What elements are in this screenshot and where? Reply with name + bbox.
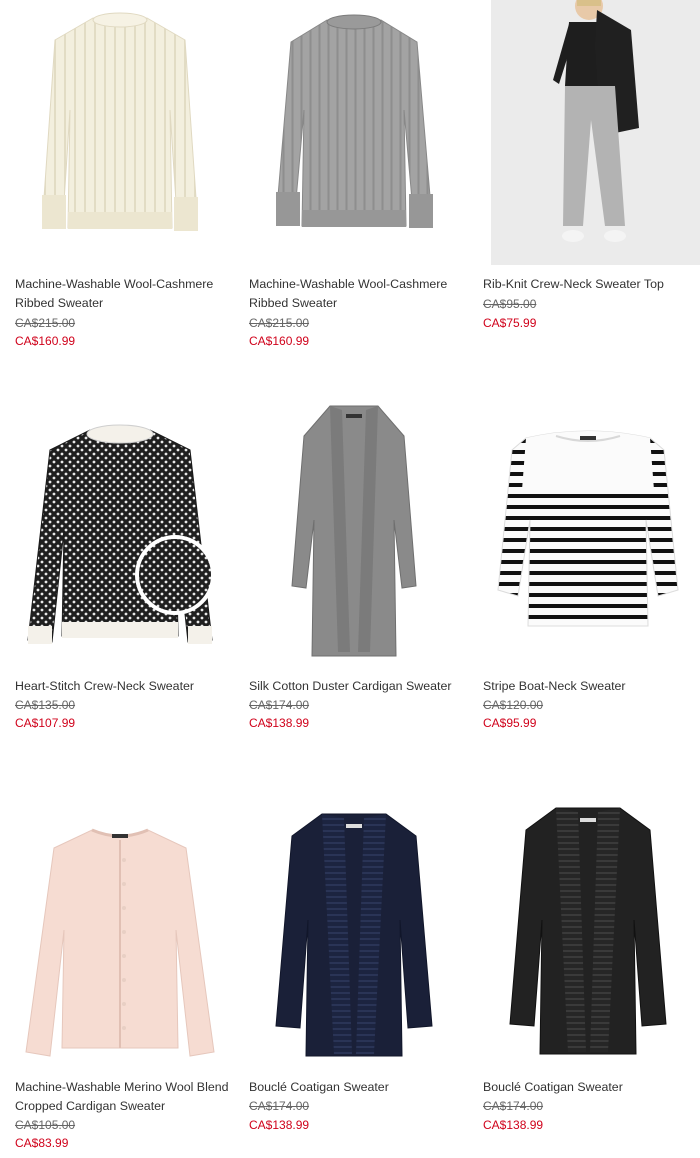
original-price: CA$135.00 [15, 698, 76, 712]
product-image[interactable] [0, 0, 240, 265]
sale-price: CA$75.99 [483, 316, 537, 330]
product-image[interactable] [234, 800, 474, 1065]
sale-price: CA$160.99 [249, 334, 310, 348]
sale-price: CA$83.99 [15, 1136, 69, 1150]
product-name[interactable]: Rib-Knit Crew-Neck Sweater Top [483, 275, 700, 294]
sale-price: CA$95.99 [483, 716, 537, 730]
product-name[interactable]: Machine-Washable Wool-Cashmere Ribbed Sw… [249, 275, 474, 312]
original-price: CA$174.00 [483, 1099, 544, 1113]
product-name[interactable]: Bouclé Coatigan Sweater [249, 1078, 474, 1097]
product-name[interactable]: Heart-Stitch Crew-Neck Sweater [15, 677, 240, 696]
original-price: CA$120.00 [483, 698, 544, 712]
original-price: CA$174.00 [249, 698, 310, 712]
product-name[interactable]: Machine-Washable Wool-Cashmere Ribbed Sw… [15, 275, 240, 312]
product-name[interactable]: Silk Cotton Duster Cardigan Sweater [249, 677, 474, 696]
product-image[interactable] [234, 400, 474, 665]
product-image[interactable] [468, 400, 700, 665]
sale-price: CA$138.99 [249, 1118, 310, 1132]
product-image[interactable] [468, 800, 700, 1065]
product-image[interactable] [0, 800, 240, 1065]
product-name[interactable]: Bouclé Coatigan Sweater [483, 1078, 700, 1097]
product-name[interactable]: Stripe Boat-Neck Sweater [483, 677, 700, 696]
sale-price: CA$160.99 [15, 334, 76, 348]
product-image[interactable] [491, 0, 700, 265]
product-image[interactable] [234, 0, 474, 265]
product-name[interactable]: Machine-Washable Merino Wool Blend Cropp… [15, 1078, 240, 1115]
sale-price: CA$138.99 [249, 716, 310, 730]
original-price: CA$105.00 [15, 1118, 76, 1132]
original-price: CA$95.00 [483, 297, 537, 311]
sale-price: CA$138.99 [483, 1118, 544, 1132]
sale-price: CA$107.99 [15, 716, 76, 730]
product-image[interactable] [0, 400, 240, 665]
original-price: CA$215.00 [249, 316, 310, 330]
original-price: CA$215.00 [15, 316, 76, 330]
original-price: CA$174.00 [249, 1099, 310, 1113]
product-grid: Machine-Washable Wool-Cashmere Ribbed Sw… [0, 0, 700, 1158]
